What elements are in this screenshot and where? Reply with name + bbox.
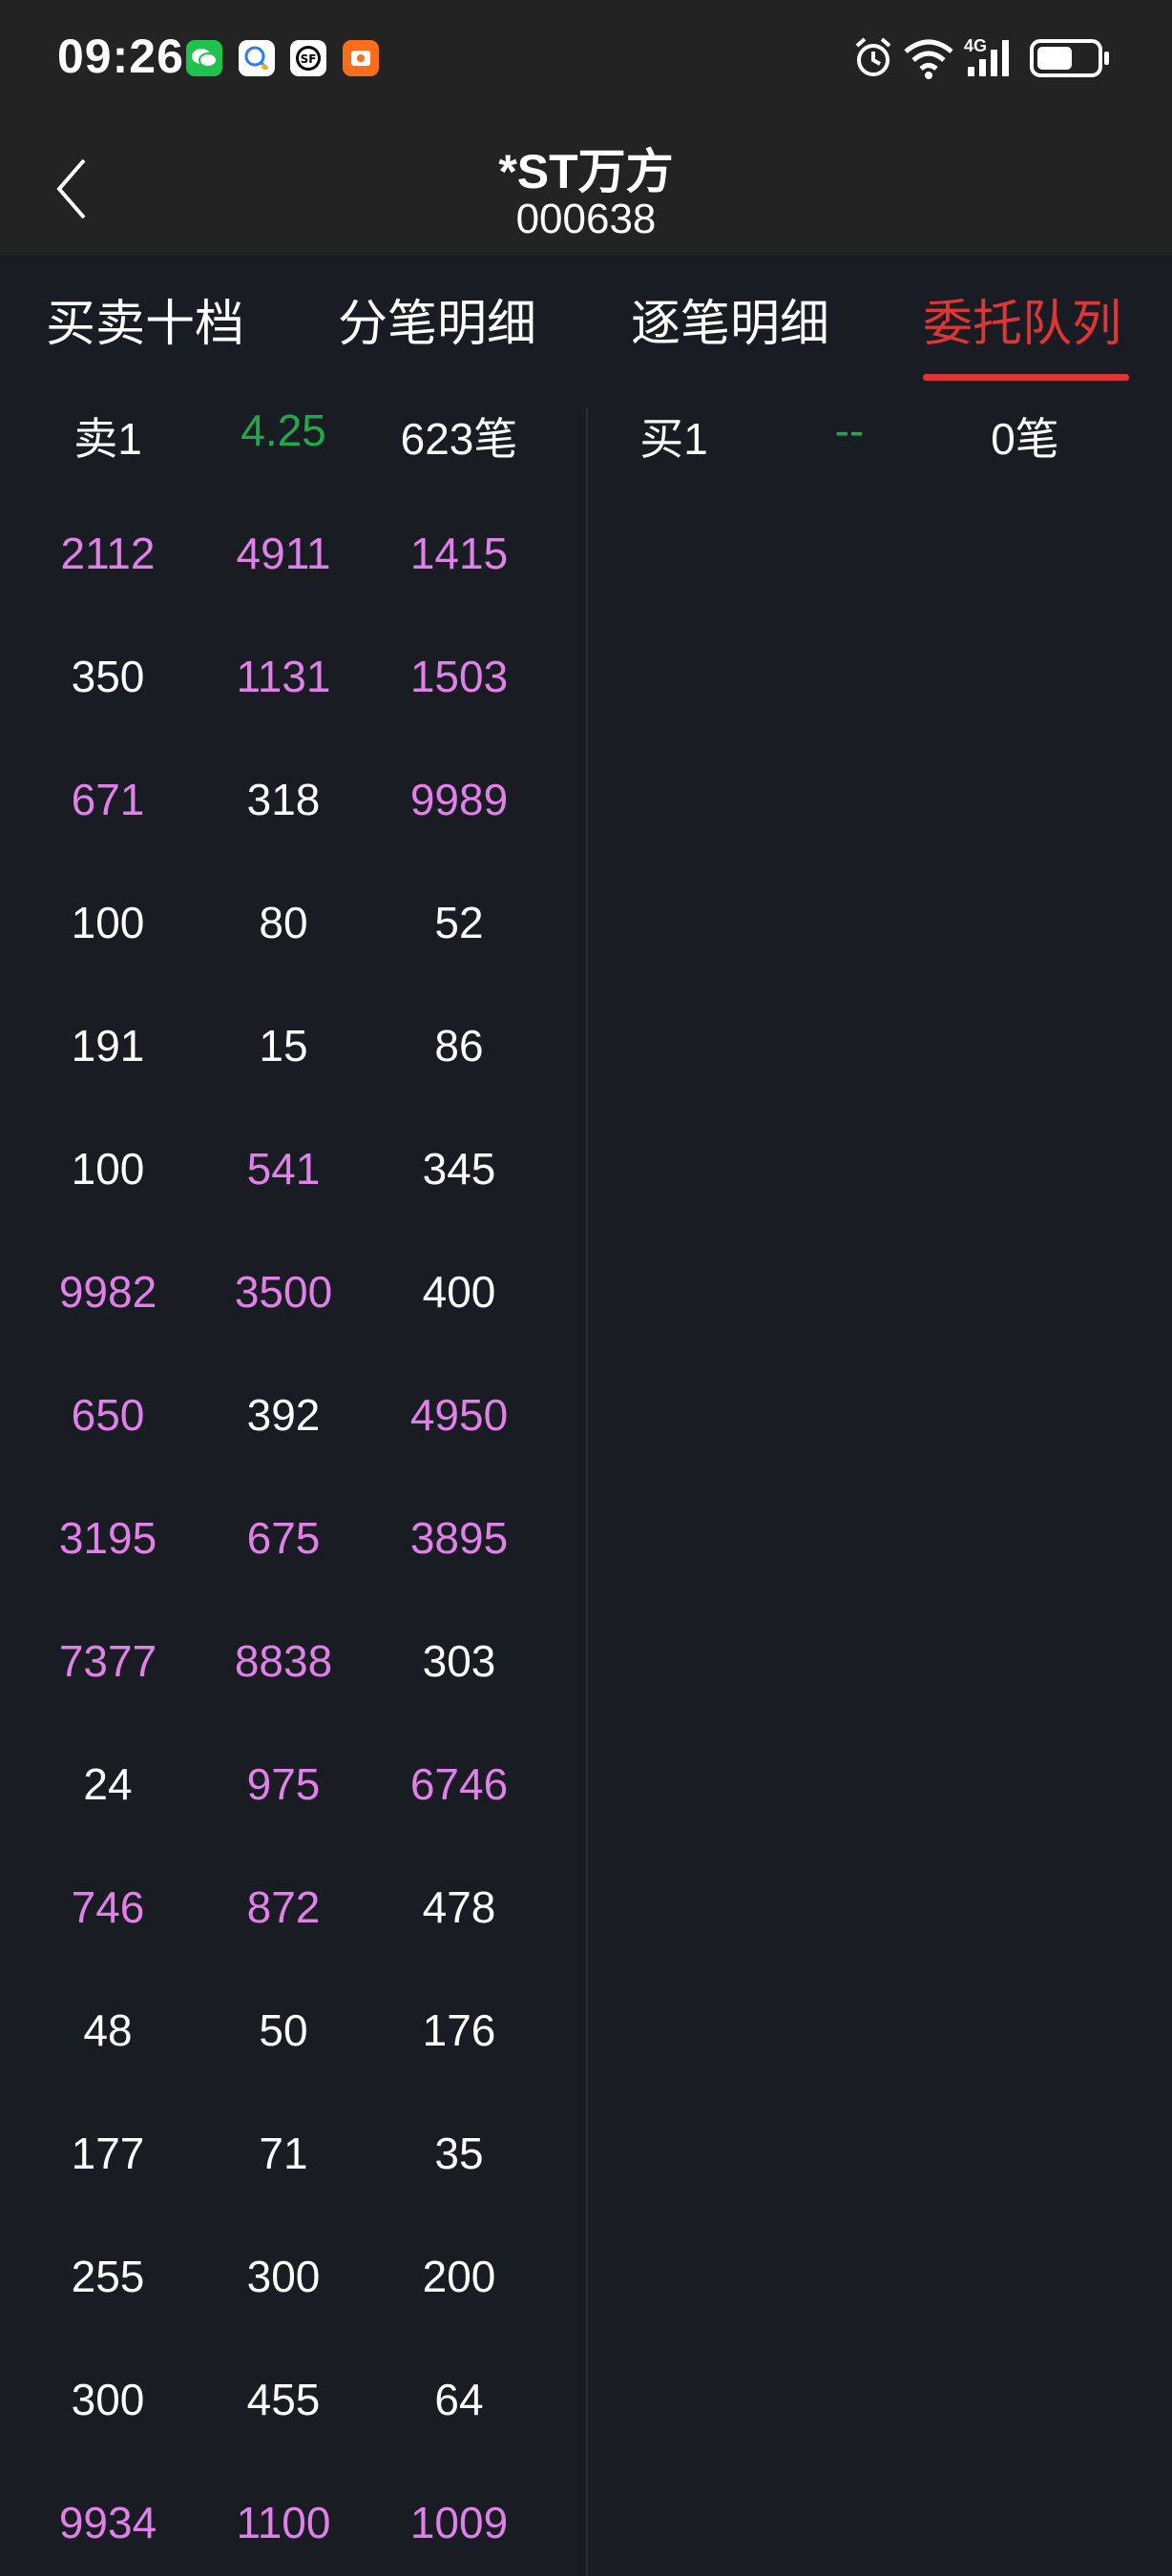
queue-order-volume: 9989 [409,775,509,824]
queue-order-volume: 1415 [409,529,509,578]
status-time: 09:26 [57,30,184,83]
queue-order-volume: 86 [434,1021,484,1070]
tab-tick-detail[interactable]: 分笔明细 [338,283,536,355]
tab-order-queue[interactable]: 委托队列 [923,283,1121,355]
queue-order-volume: 303 [422,1636,496,1686]
queue-order-volume: 350 [71,652,145,701]
queue-order-volume: 24 [83,1759,133,1809]
queue-order-volume: 9934 [58,2498,157,2547]
queue-order-volume: 392 [246,1390,321,1440]
queue-order-volume: 48 [83,2005,133,2055]
qq-icon [239,40,275,76]
queue-order-volume: 191 [71,1021,145,1070]
queue-order-volume: 15 [259,1021,308,1070]
queue-order-volume: 52 [434,898,484,947]
queue-order-volume: 300 [246,2252,321,2301]
title-bar: *ST万方 000638 [0,116,1172,255]
queue-order-volume: 975 [246,1759,321,1809]
queue-order-volume: 200 [422,2252,496,2301]
queue-order-volume: 4950 [409,1390,509,1440]
queue-order-volume: 300 [71,2375,145,2424]
queue-order-volume: 80 [259,898,308,947]
queue-order-volume: 400 [422,1267,496,1317]
queue-order-volume: 100 [71,898,145,947]
queue-order-volume: 1503 [409,652,509,701]
wifi-icon [904,39,953,79]
stock-name: *ST万方 [498,145,674,198]
queue-order-volume: 3500 [234,1267,333,1317]
queue-order-volume: 746 [71,1882,145,1932]
queue-order-volume: 455 [246,2375,321,2424]
battery-icon [1030,39,1109,77]
tab-order-book[interactable]: 买卖十档 [46,283,244,355]
queue-order-volume: 100 [71,1144,145,1194]
wechat-icon [186,40,222,76]
sell-order-count: 623笔 [400,414,518,464]
queue-order-volume: 3195 [58,1513,157,1563]
queue-order-volume: 1100 [236,2498,331,2547]
queue-order-volume: 675 [246,1513,321,1563]
queue-order-volume: 1131 [236,652,331,701]
queue-order-volume: 3895 [409,1513,509,1563]
queue-order-volume: 71 [259,2129,308,2178]
svg-text:SF: SF [301,52,317,66]
queue-order-volume: 8838 [234,1636,333,1686]
queue-order-volume: 2112 [60,529,156,578]
queue-order-volume: 50 [259,2005,308,2055]
queue-order-volume: 4911 [236,529,331,578]
alarm-icon [855,37,891,76]
queue-order-volume: 318 [246,775,321,824]
queue-order-volume: 6746 [409,1759,509,1809]
queue-order-volume: 35 [434,2129,484,2178]
queue-order-volume: 650 [71,1390,145,1440]
queue-order-volume: 478 [422,1882,496,1932]
queue-order-volume: 541 [246,1144,321,1194]
queue-order-volume: 345 [422,1144,496,1194]
taobao-icon [343,40,379,76]
signal-icon [968,40,1009,76]
buy-order-count: 0笔 [991,414,1059,464]
buy-price: -- [834,405,865,455]
buy-level-label: 买1 [639,414,708,464]
sell-level-label: 卖1 [73,414,142,464]
active-tab-indicator [923,374,1129,381]
queue-divider [586,407,588,2576]
sell-price: 4.25 [241,405,326,455]
sf-express-icon: SF [290,40,326,76]
status-bar: 09:26 SF 4G [0,0,1172,116]
queue-order-volume: 872 [246,1882,321,1932]
queue-order-volume: 176 [422,2005,496,2055]
queue-order-volume: 7377 [58,1636,157,1686]
tab-bar: 买卖十档 分笔明细 逐笔明细 委托队列 [0,255,1172,384]
queue-order-volume: 9982 [58,1267,157,1317]
queue-order-volume: 671 [71,775,145,824]
queue-order-volume: 255 [71,2252,145,2301]
queue-order-volume: 1009 [409,2498,509,2547]
queue-order-volume: 64 [434,2375,484,2424]
stock-code: 000638 [515,196,657,242]
tab-trade-detail[interactable]: 逐笔明细 [631,283,829,355]
queue-order-volume: 177 [71,2129,145,2178]
